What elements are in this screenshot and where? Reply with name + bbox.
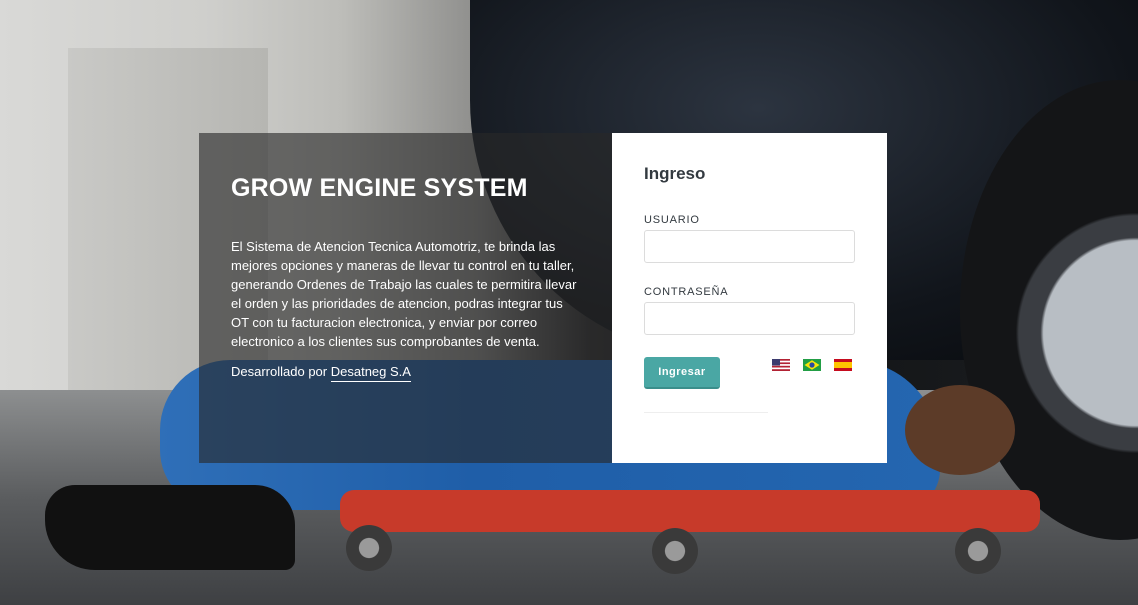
spain-flag-icon[interactable]: [834, 359, 852, 371]
mechanic-boot: [45, 485, 295, 570]
creeper-board: [340, 490, 1040, 532]
password-label: CONTRASEÑA: [644, 286, 729, 298]
login-card: Ingreso USUARIO CONTRASEÑA Ingresar: [612, 133, 887, 463]
login-button[interactable]: Ingresar: [644, 357, 720, 389]
credit-prefix: Desarrollado por: [231, 364, 328, 379]
info-panel: GROW ENGINE SYSTEM El Sistema de Atencio…: [199, 133, 612, 463]
developer-link[interactable]: Desatneg S.A: [330, 364, 411, 382]
mechanic-head: [905, 385, 1015, 475]
login-actions: Ingresar: [644, 357, 855, 397]
creeper-wheel: [346, 525, 392, 571]
us-flag-icon[interactable]: [772, 359, 790, 371]
language-selector: [772, 359, 852, 371]
password-input[interactable]: [644, 302, 855, 335]
developer-credit: Desarrollado por Desatneg S.A: [231, 363, 580, 382]
creeper-wheel: [652, 528, 698, 574]
system-title: GROW ENGINE SYSTEM: [231, 174, 528, 202]
login-title: Ingreso: [644, 164, 706, 183]
brazil-flag-icon[interactable]: [803, 359, 821, 371]
creeper-wheel: [955, 528, 1001, 574]
username-input[interactable]: [644, 230, 855, 263]
card-divider: [644, 412, 768, 413]
username-label: USUARIO: [644, 214, 700, 226]
system-description: El Sistema de Atencion Tecnica Automotri…: [231, 239, 577, 349]
